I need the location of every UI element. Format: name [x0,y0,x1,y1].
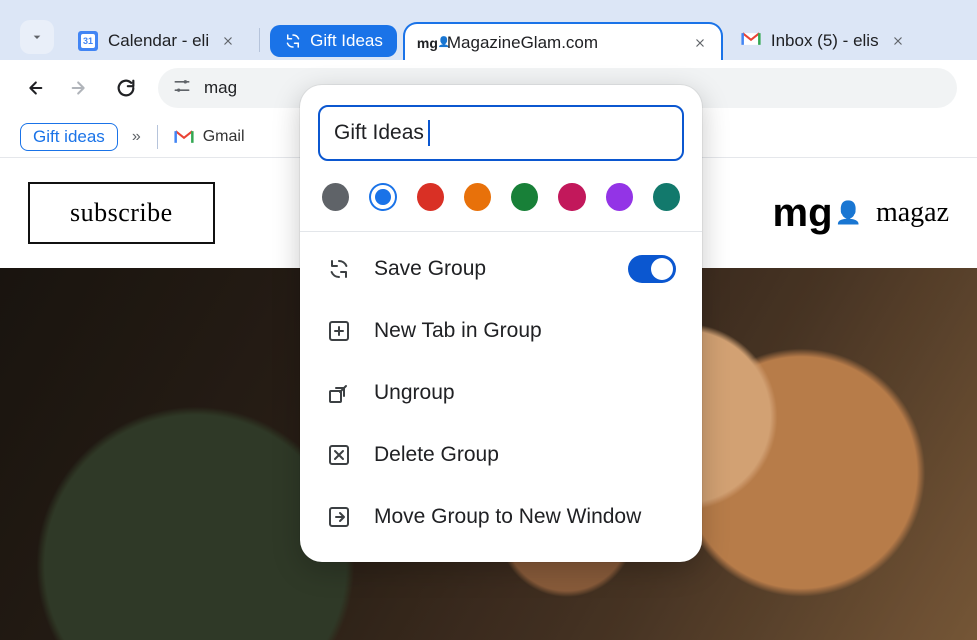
bookmark-label: Gmail [203,128,245,146]
brand-wordmark: magaz [876,197,949,229]
site-favicon: mg👤 [417,33,437,53]
ungroup-icon [326,380,352,406]
bookmark-gmail[interactable]: Gmail [174,128,245,146]
tab-group-menu: Gift Ideas Save Group New Tab in Group [300,85,702,562]
tab-title: MagazineGlam.com [447,33,681,53]
gmail-icon [741,31,761,51]
arrow-right-icon [69,77,91,99]
color-blue[interactable] [375,189,391,205]
save-group-toggle[interactable] [628,255,676,283]
sync-icon [284,32,302,50]
close-icon [221,34,235,48]
group-name-input[interactable]: Gift Ideas [318,105,684,161]
tab-close-button[interactable] [889,32,907,50]
menu-new-tab-in-group[interactable]: New Tab in Group [318,300,684,362]
brand-logo: mg👤 [773,191,862,236]
calendar-icon [78,31,98,51]
menu-delete-group[interactable]: Delete Group [318,424,684,486]
bookmark-group-gift-ideas[interactable]: Gift ideas [20,123,118,151]
delete-icon [326,442,352,468]
menu-label: New Tab in Group [374,319,542,343]
menu-ungroup[interactable]: Ungroup [318,362,684,424]
arrow-left-icon [23,77,45,99]
bookmark-divider [157,125,158,149]
color-teal[interactable] [653,183,680,211]
menu-move-to-new-window[interactable]: Move Group to New Window [318,486,684,548]
chevron-down-icon [29,29,45,45]
color-orange[interactable] [464,183,491,211]
tab-divider [259,28,260,52]
site-brand: mg👤 magaz [773,191,949,236]
menu-label: Ungroup [374,381,455,405]
menu-save-group[interactable]: Save Group [318,238,684,300]
menu-label: Save Group [374,257,486,281]
move-window-icon [326,504,352,530]
color-swatches [318,161,684,229]
menu-separator [300,231,702,232]
subscribe-button[interactable]: subscribe [28,182,215,244]
tab-title: Calendar - eli [108,31,209,51]
color-pink[interactable] [558,183,585,211]
color-green[interactable] [511,183,538,211]
tune-icon [172,76,192,101]
tab-close-button[interactable] [219,32,237,50]
address-text: mag [204,78,237,98]
new-tab-icon [326,318,352,344]
forward-button[interactable] [66,74,94,102]
sync-icon [326,256,352,282]
color-purple[interactable] [606,183,633,211]
menu-label: Move Group to New Window [374,505,641,529]
close-icon [693,36,707,50]
group-name-value: Gift Ideas [334,121,424,145]
back-button[interactable] [20,74,48,102]
gmail-icon [174,129,194,145]
text-cursor [428,120,430,146]
tab-group-chip[interactable]: Gift Ideas [270,25,397,57]
color-grey[interactable] [322,183,349,211]
close-icon [891,34,905,48]
color-red[interactable] [417,183,444,211]
tab-inbox[interactable]: Inbox (5) - elis [729,22,919,60]
reload-icon [115,77,137,99]
chevrons-icon[interactable]: » [132,128,141,146]
tab-strip: Calendar - eli Gift Ideas mg👤 MagazineGl… [0,0,977,60]
tab-title: Inbox (5) - elis [771,31,879,51]
search-tabs-button[interactable] [20,20,54,54]
group-menu-list: Save Group New Tab in Group Ungroup Dele… [318,238,684,548]
reload-button[interactable] [112,74,140,102]
menu-label: Delete Group [374,443,499,467]
tab-close-button[interactable] [691,34,709,52]
tab-group-label: Gift Ideas [310,31,383,51]
tab-magazine-active[interactable]: mg👤 MagazineGlam.com [403,22,723,60]
tab-calendar[interactable]: Calendar - eli [66,22,249,60]
